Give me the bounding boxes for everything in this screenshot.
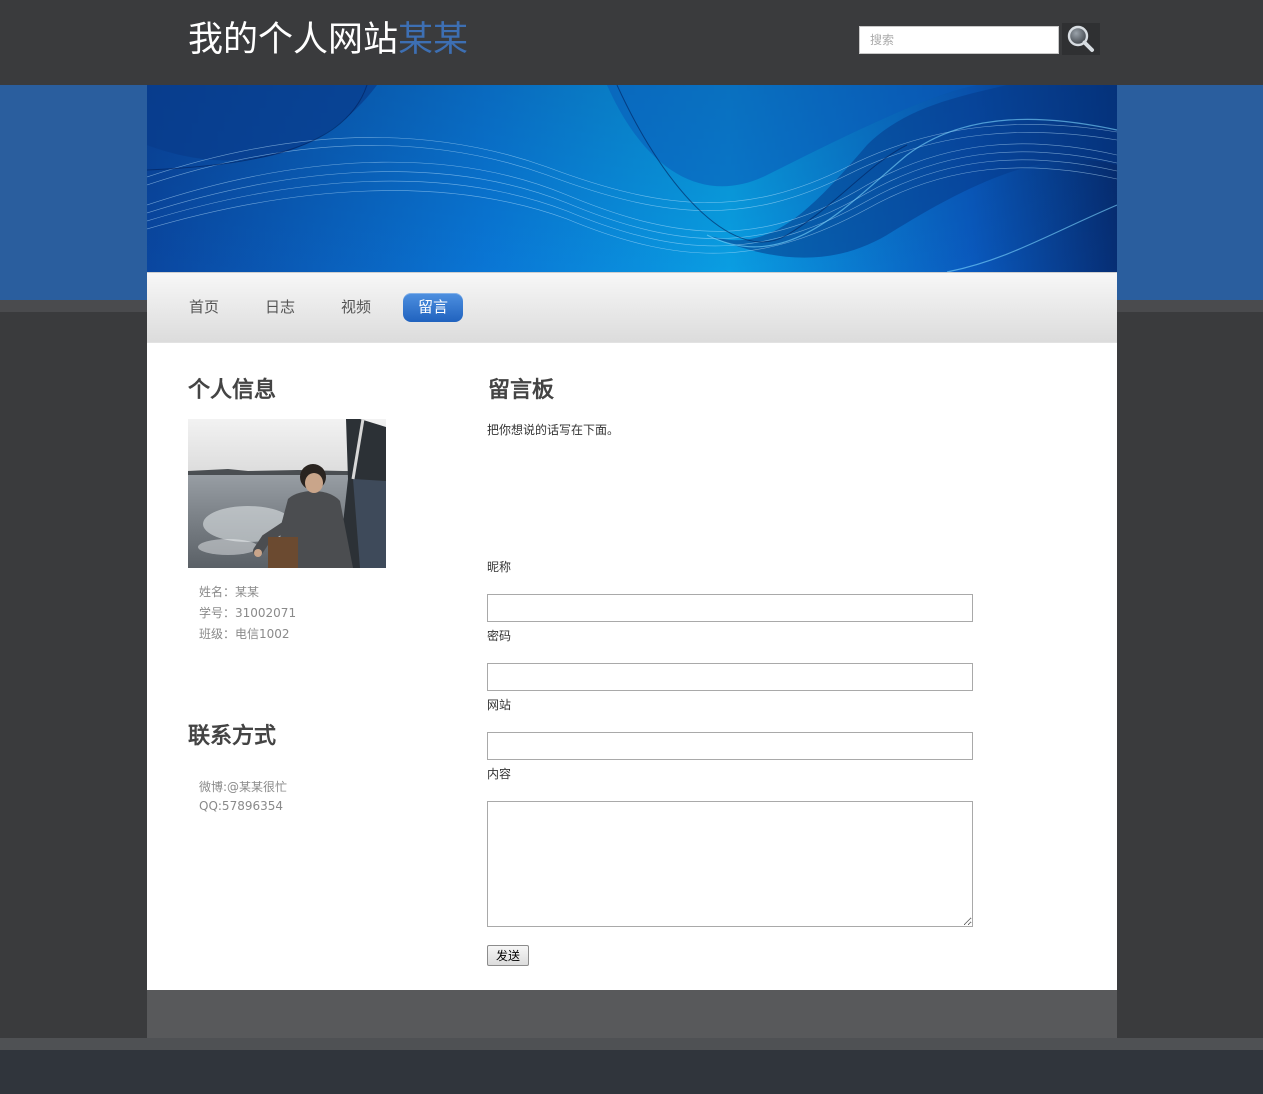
profile-student-id: 学号：31002071 <box>199 606 297 620</box>
nickname-label: 昵称 <box>487 560 512 574</box>
guestbook-intro: 把你想说的话写在下面。 <box>487 423 620 437</box>
page-bottom-band <box>0 1050 1263 1094</box>
site-title: 我的个人网站某某 <box>188 18 468 62</box>
website-label: 网站 <box>487 698 512 712</box>
search-input[interactable] <box>859 26 1059 54</box>
content-textarea[interactable] <box>487 801 973 927</box>
password-label: 密码 <box>487 629 512 643</box>
content-label: 内容 <box>487 767 512 781</box>
site-title-main: 我的个人网站 <box>188 20 399 60</box>
contact-heading: 联系方式 <box>188 723 277 749</box>
site-footer <box>147 990 1117 1038</box>
search-button[interactable] <box>1062 23 1100 55</box>
nav-item-guestbook[interactable]: 留言 <box>403 293 463 322</box>
main-container: 首页 日志 视频 留言 个人信息 姓名：某某 学号：31002071 班级：电信… <box>147 85 1117 1038</box>
magnifier-icon <box>1067 25 1094 52</box>
profile-name: 姓名：某某 <box>199 585 260 599</box>
site-title-accent: 某某 <box>398 20 469 60</box>
site-header: 我的个人网站某某 <box>0 0 1263 85</box>
nav-item-video[interactable]: 视频 <box>331 293 381 322</box>
contact-weibo: 微博:@某某很忙 <box>199 780 288 794</box>
password-field[interactable] <box>487 663 973 691</box>
contact-qq: QQ:57896354 <box>199 799 284 813</box>
bottom-divider <box>0 1038 1263 1050</box>
main-nav: 首页 日志 视频 留言 <box>147 272 1117 343</box>
header-banner-image <box>147 85 1117 272</box>
profile-class: 班级：电信1002 <box>199 627 290 641</box>
website-field[interactable] <box>487 732 973 760</box>
send-button[interactable]: 发送 <box>487 945 529 966</box>
guestbook-heading: 留言板 <box>488 377 555 403</box>
nav-item-home[interactable]: 首页 <box>179 293 229 322</box>
nickname-field[interactable] <box>487 594 973 622</box>
nav-item-blog[interactable]: 日志 <box>255 293 305 322</box>
profile-heading: 个人信息 <box>188 377 277 403</box>
profile-photo <box>188 419 386 568</box>
